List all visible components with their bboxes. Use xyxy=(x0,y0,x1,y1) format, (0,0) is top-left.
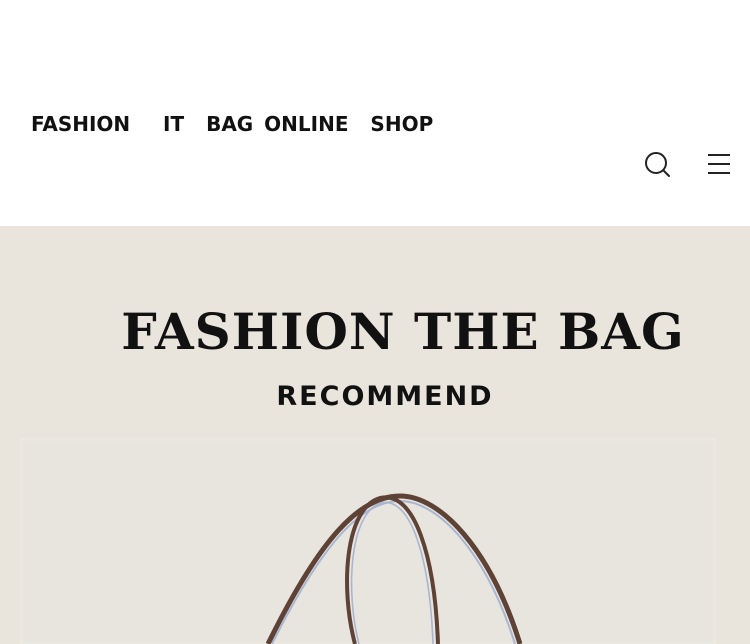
site-logo-link[interactable]: FASHION IT BAG ONLINE SHOP xyxy=(31,111,433,137)
hamburger-menu-icon[interactable] xyxy=(704,149,734,179)
tote-bag-image xyxy=(265,493,523,644)
hero-title: FASHION THE BAG xyxy=(121,302,685,361)
hero-subtitle: RECOMMEND xyxy=(276,381,494,412)
page: FASHION IT BAG ONLINE SHOP FASHION THE B… xyxy=(0,0,750,644)
site-header: FASHION IT BAG ONLINE SHOP xyxy=(0,0,750,226)
search-icon[interactable] xyxy=(642,149,672,179)
hero-banner: FASHION THE BAG RECOMMEND xyxy=(0,226,750,644)
product-card[interactable] xyxy=(20,438,716,644)
